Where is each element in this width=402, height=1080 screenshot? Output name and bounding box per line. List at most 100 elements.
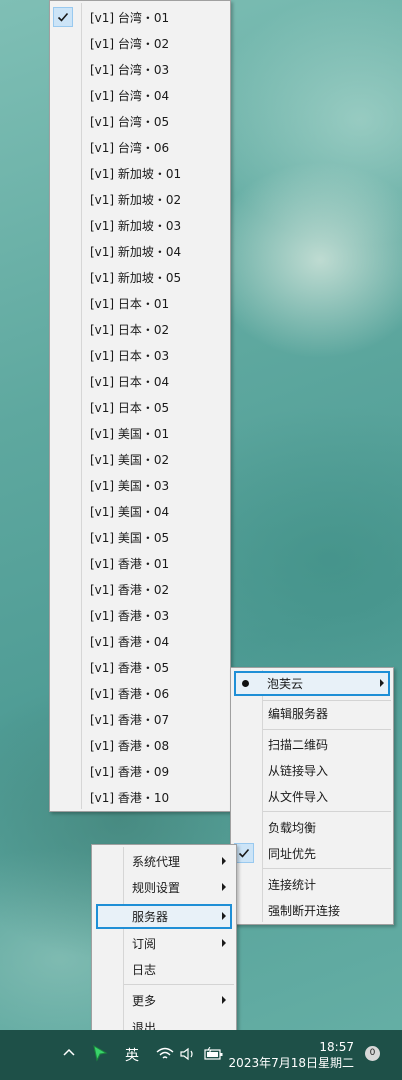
import-file-item[interactable]: 从文件导入 xyxy=(233,784,391,808)
force-disconnect-item[interactable]: 强制断开连接 xyxy=(233,898,391,922)
servers-item[interactable]: 服务器 xyxy=(96,904,232,929)
server-list-item[interactable]: [v1] 美国・04 xyxy=(52,499,228,523)
import-link-label: 从链接导入 xyxy=(268,763,329,778)
submenu-arrow-icon xyxy=(222,996,226,1004)
subscriptions-label: 订阅 xyxy=(132,936,157,951)
taskbar: 英 18:57 2023年7月18日星期二 0 xyxy=(0,1030,402,1080)
connection-stats-item[interactable]: 连接统计 xyxy=(233,872,391,896)
server-label: [v1] 香港・04 xyxy=(90,634,170,649)
server-list-item[interactable]: [v1] 日本・02 xyxy=(52,317,228,341)
server-list-item[interactable]: [v1] 香港・06 xyxy=(52,681,228,705)
scan-qr-item[interactable]: 扫描二维码 xyxy=(233,732,391,756)
server-list-item[interactable]: [v1] 日本・01 xyxy=(52,291,228,315)
server-list-item[interactable]: [v1] 香港・09 xyxy=(52,759,228,783)
server-list-item[interactable]: [v1] 美国・02 xyxy=(52,447,228,471)
rule-settings-item[interactable]: 规则设置 xyxy=(94,875,234,899)
server-list-item[interactable]: [v1] 台湾・02 xyxy=(52,31,228,55)
servers-submenu: 泡芙云 编辑服务器 扫描二维码 从链接导入 从文件导入 负载均衡 同址优先 连接… xyxy=(230,667,394,925)
server-list-item[interactable]: [v1] 日本・03 xyxy=(52,343,228,367)
server-group-paofuyun[interactable]: 泡芙云 xyxy=(234,671,390,696)
submenu-arrow-icon xyxy=(222,912,226,920)
server-list-item[interactable]: [v1] 美国・05 xyxy=(52,525,228,549)
server-list-item[interactable]: [v1] 香港・07 xyxy=(52,707,228,731)
submenu-arrow-icon xyxy=(380,679,384,687)
server-label: [v1] 日本・01 xyxy=(90,296,170,311)
server-list-item[interactable]: [v1] 香港・05 xyxy=(52,655,228,679)
server-list-item[interactable]: [v1] 日本・05 xyxy=(52,395,228,419)
server-list-item[interactable]: [v1] 香港・02 xyxy=(52,577,228,601)
server-list-item[interactable]: [v1] 台湾・05 xyxy=(52,109,228,133)
server-label: [v1] 日本・03 xyxy=(90,348,170,363)
wifi-icon[interactable] xyxy=(156,1047,174,1064)
system-proxy-item[interactable]: 系统代理 xyxy=(94,849,234,873)
separator xyxy=(263,868,391,869)
separator xyxy=(263,811,391,812)
server-list-item[interactable]: [v1] 台湾・03 xyxy=(52,57,228,81)
notification-badge[interactable]: 0 xyxy=(365,1046,380,1061)
tray-main-menu: 系统代理 规则设置 服务器 订阅 日志 更多 退出 xyxy=(91,844,237,1042)
server-label: [v1] 台湾・02 xyxy=(90,36,170,51)
server-list-item[interactable]: [v1] 香港・10 xyxy=(52,785,228,809)
clock[interactable]: 18:57 2023年7月18日星期二 xyxy=(229,1039,354,1071)
server-label: [v1] 美国・04 xyxy=(90,504,170,519)
server-label: [v1] 香港・09 xyxy=(90,764,170,779)
server-list-item[interactable]: [v1] 香港・08 xyxy=(52,733,228,757)
same-host-first-label: 同址优先 xyxy=(268,846,317,861)
server-label: [v1] 香港・05 xyxy=(90,660,170,675)
server-label: [v1] 香港・03 xyxy=(90,608,170,623)
server-label: [v1] 日本・02 xyxy=(90,322,170,337)
more-label: 更多 xyxy=(132,993,157,1008)
server-label: [v1] 台湾・03 xyxy=(90,62,170,77)
server-list-item[interactable]: [v1] 台湾・06 xyxy=(52,135,228,159)
separator xyxy=(263,729,391,730)
server-list-item[interactable]: [v1] 新加坡・01 xyxy=(52,161,228,185)
battery-icon[interactable] xyxy=(204,1046,224,1064)
server-list-item[interactable]: [v1] 香港・01 xyxy=(52,551,228,575)
clock-date: 2023年7月18日星期二 xyxy=(228,1056,354,1070)
show-hidden-icons-chevron-icon[interactable] xyxy=(62,1046,76,1061)
server-label: [v1] 日本・04 xyxy=(90,374,170,389)
load-balance-item[interactable]: 负载均衡 xyxy=(233,815,391,839)
check-icon xyxy=(53,7,73,27)
server-list-item[interactable]: [v1] 美国・01 xyxy=(52,421,228,445)
import-link-item[interactable]: 从链接导入 xyxy=(233,758,391,782)
more-item[interactable]: 更多 xyxy=(94,988,234,1012)
server-list-item[interactable]: [v1] 香港・03 xyxy=(52,603,228,627)
server-label: [v1] 香港・01 xyxy=(90,556,170,571)
server-label: [v1] 美国・02 xyxy=(90,452,170,467)
app-tray-icon[interactable] xyxy=(92,1044,108,1065)
logs-item[interactable]: 日志 xyxy=(94,957,234,981)
submenu-arrow-icon xyxy=(222,857,226,865)
server-list-item[interactable]: [v1] 新加坡・02 xyxy=(52,187,228,211)
server-group-label: 泡芙云 xyxy=(267,677,304,691)
import-file-label: 从文件导入 xyxy=(268,789,329,804)
server-label: [v1] 香港・08 xyxy=(90,738,170,753)
logs-label: 日志 xyxy=(132,962,157,977)
force-disconnect-label: 强制断开连接 xyxy=(268,903,341,918)
submenu-arrow-icon xyxy=(222,939,226,947)
edit-servers-item[interactable]: 编辑服务器 xyxy=(233,701,391,725)
server-list-item[interactable]: [v1] 台湾・04 xyxy=(52,83,228,107)
server-label: [v1] 台湾・01 xyxy=(90,10,170,25)
server-label: [v1] 美国・03 xyxy=(90,478,170,493)
server-list-item[interactable]: [v1] 新加坡・03 xyxy=(52,213,228,237)
server-list-item[interactable]: [v1] 美国・03 xyxy=(52,473,228,497)
server-label: [v1] 新加坡・05 xyxy=(90,270,182,285)
subscriptions-item[interactable]: 订阅 xyxy=(94,931,234,955)
server-list-item[interactable]: [v1] 新加坡・04 xyxy=(52,239,228,263)
server-list-item[interactable]: [v1] 日本・04 xyxy=(52,369,228,393)
clock-time: 18:57 xyxy=(319,1040,354,1054)
system-proxy-label: 系统代理 xyxy=(132,854,181,869)
server-list-item[interactable]: [v1] 香港・04 xyxy=(52,629,228,653)
server-list-item[interactable]: [v1] 台湾・01 xyxy=(52,5,228,29)
ime-indicator[interactable]: 英 xyxy=(125,1045,139,1065)
same-host-first-item[interactable]: 同址优先 xyxy=(233,841,391,865)
server-label: [v1] 香港・10 xyxy=(90,790,170,805)
volume-icon[interactable] xyxy=(180,1047,196,1064)
server-list-menu: [v1] 台湾・01 [v1] 台湾・02 [v1] 台湾・03 [v1] 台湾・04… xyxy=(49,0,231,812)
server-label: [v1] 香港・06 xyxy=(90,686,170,701)
server-list-item[interactable]: [v1] 新加坡・05 xyxy=(52,265,228,289)
servers-label: 服务器 xyxy=(132,910,169,924)
server-label: [v1] 日本・05 xyxy=(90,400,170,415)
edit-servers-label: 编辑服务器 xyxy=(268,706,329,721)
